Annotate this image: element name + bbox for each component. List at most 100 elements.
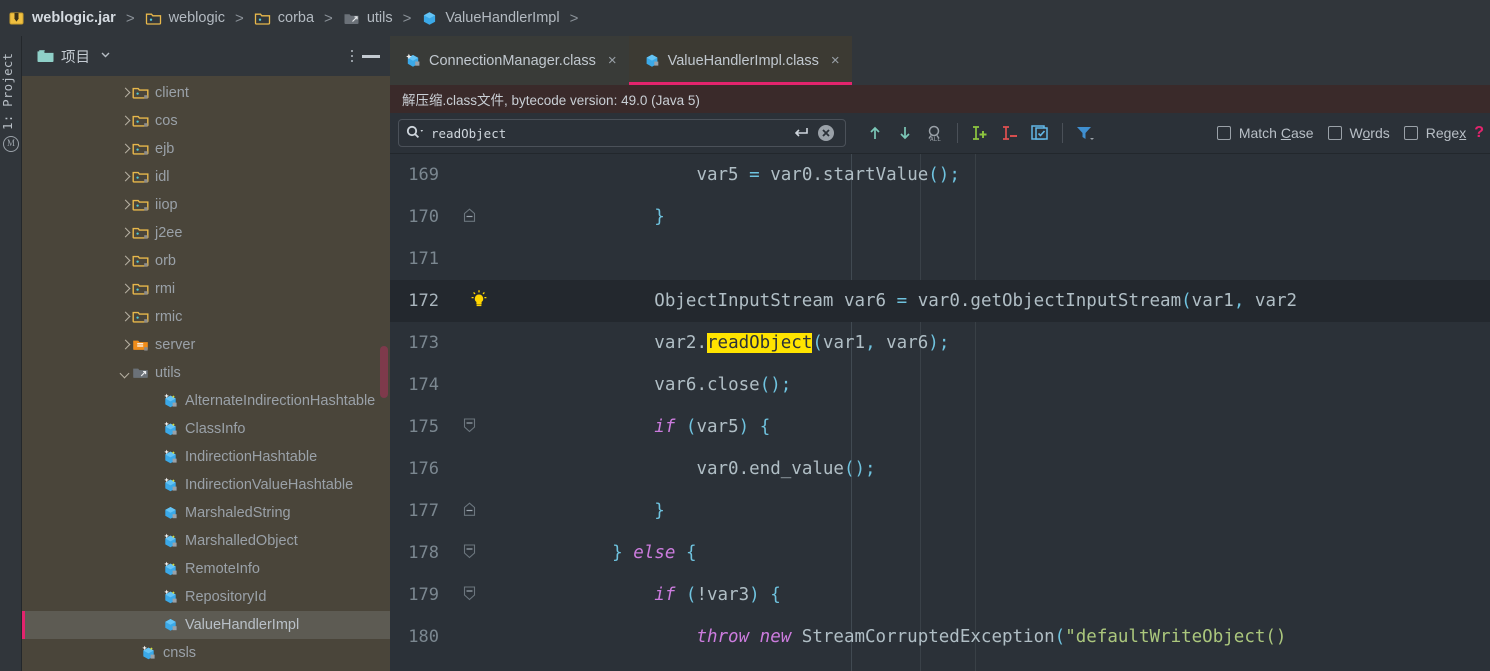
tree-right-arrow-icon[interactable] — [118, 142, 132, 156]
close-icon[interactable]: × — [608, 53, 617, 68]
editor-tab-connectionmanager[interactable]: ConnectionManager.class × — [390, 36, 629, 85]
tree-item[interactable]: iiop — [22, 191, 390, 219]
find-all-button[interactable]: ALL — [920, 119, 950, 147]
code-line[interactable]: 176 var0.end_value(); — [390, 448, 1490, 490]
code-line[interactable]: 178 } else { — [390, 532, 1490, 574]
tree-right-arrow-icon[interactable] — [118, 198, 132, 212]
class-icon — [421, 10, 438, 27]
tree-right-arrow-icon[interactable] — [118, 86, 132, 100]
code-line[interactable]: 174 var6.close(); — [390, 364, 1490, 406]
match-case-checkbox[interactable]: Match Case — [1216, 125, 1314, 141]
gutter-marker-area[interactable] — [445, 574, 510, 616]
maven-icon[interactable]: M — [3, 136, 19, 152]
tree-item[interactable]: utils — [22, 359, 390, 387]
gutter-marker-area[interactable] — [445, 280, 510, 322]
words-checkbox[interactable]: Words — [1327, 125, 1390, 141]
tree-item[interactable]: IndirectionHashtable — [22, 443, 390, 471]
tree-item[interactable]: rmi — [22, 275, 390, 303]
find-previous-button[interactable] — [860, 119, 890, 147]
code-line[interactable]: 171 — [390, 238, 1490, 280]
fold-collapse-icon[interactable] — [463, 586, 476, 606]
checkbox-box[interactable] — [1216, 126, 1231, 140]
tree-item[interactable]: cnsls — [22, 639, 390, 667]
regex-checkbox[interactable]: Regex — [1403, 125, 1466, 141]
tree-item[interactable]: RepositoryId — [22, 583, 390, 611]
select-all-occurrences-button[interactable] — [1025, 119, 1055, 147]
breadcrumb-item-jar[interactable]: weblogic.jar — [6, 0, 118, 36]
breadcrumb-item-class[interactable]: ValueHandlerImpl — [419, 0, 561, 36]
tool-window-button-project[interactable]: 1: Project — [0, 53, 22, 130]
tree-item[interactable]: j2ee — [22, 219, 390, 247]
tree-item[interactable]: rmic — [22, 303, 390, 331]
close-icon[interactable]: × — [831, 53, 840, 68]
chevron-down-icon[interactable] — [99, 48, 112, 65]
remove-selection-button[interactable] — [995, 119, 1025, 147]
tree-item[interactable]: IndirectionValueHashtable — [22, 471, 390, 499]
code-line[interactable]: 180 throw new StreamCorruptedException("… — [390, 616, 1490, 658]
checkbox-box[interactable] — [1327, 126, 1342, 140]
tree-item-selected[interactable]: ValueHandlerImpl — [22, 611, 390, 639]
tree-item-label: rmi — [155, 281, 176, 297]
fold-end-icon[interactable] — [463, 502, 476, 522]
tree-item[interactable]: ejb — [22, 135, 390, 163]
breadcrumb-item-weblogic[interactable]: weblogic — [143, 0, 227, 36]
gutter-marker-area[interactable] — [445, 238, 510, 280]
tree-right-arrow-icon[interactable] — [118, 254, 132, 268]
search-input[interactable] — [427, 125, 789, 141]
code-line[interactable]: 175 if (var5) { — [390, 406, 1490, 448]
code-editor[interactable]: 169 var5 = var0.startValue(); 170 } 171 172… — [390, 154, 1490, 671]
code-line[interactable]: 177 } — [390, 490, 1490, 532]
tree-right-arrow-icon[interactable] — [118, 338, 132, 352]
tree-down-arrow-icon[interactable] — [118, 366, 132, 380]
tree-item[interactable]: client — [22, 79, 390, 107]
tree-right-arrow-icon[interactable] — [118, 226, 132, 240]
find-next-button[interactable] — [890, 119, 920, 147]
tree-item[interactable]: orb — [22, 247, 390, 275]
tree-right-arrow-icon[interactable] — [118, 170, 132, 184]
search-icon[interactable] — [405, 124, 427, 142]
tree-item[interactable]: RemoteInfo — [22, 555, 390, 583]
tree-right-arrow-icon[interactable] — [118, 114, 132, 128]
gutter-marker-area[interactable] — [445, 364, 510, 406]
code-line[interactable]: 169 var5 = var0.startValue(); — [390, 154, 1490, 196]
add-selection-next-button[interactable] — [965, 119, 995, 147]
tree-item[interactable]: MarshaledString — [22, 499, 390, 527]
fold-collapse-icon[interactable] — [463, 418, 476, 438]
breadcrumb-item-utils[interactable]: utils — [341, 0, 395, 36]
tree-item[interactable]: ClassInfo — [22, 415, 390, 443]
code-line-current[interactable]: 172 ObjectInputStream var6 = var0.getObj… — [390, 280, 1490, 322]
editor-tab-valuehandlerimpl[interactable]: ValueHandlerImpl.class × — [628, 36, 852, 85]
more-options-icon[interactable] — [344, 47, 360, 65]
clear-circle-icon[interactable] — [813, 119, 839, 147]
search-input-wrapper[interactable] — [398, 119, 846, 147]
tree-item[interactable]: server — [22, 331, 390, 359]
tree-item[interactable]: MarshalledObject — [22, 527, 390, 555]
gutter-marker-area[interactable] — [445, 490, 510, 532]
gutter-marker-area[interactable] — [445, 532, 510, 574]
tree-right-arrow-icon[interactable] — [118, 310, 132, 324]
project-tree-scrollbar[interactable] — [380, 346, 388, 398]
checkbox-box[interactable] — [1403, 126, 1418, 140]
gutter-marker-area[interactable] — [445, 196, 510, 238]
fold-end-icon[interactable] — [463, 208, 476, 228]
gutter-marker-area[interactable] — [445, 406, 510, 448]
minimize-icon[interactable] — [360, 48, 382, 64]
enter-icon[interactable] — [789, 119, 813, 147]
fold-collapse-icon[interactable] — [463, 544, 476, 564]
tree-item[interactable]: idl — [22, 163, 390, 191]
code-line[interactable]: 170 } — [390, 196, 1490, 238]
tree-right-arrow-icon[interactable] — [118, 282, 132, 296]
code-line[interactable]: 179 if (!var3) { — [390, 574, 1490, 616]
filter-button[interactable] — [1070, 119, 1100, 147]
gutter-marker-area[interactable] — [445, 616, 510, 658]
gutter-marker-area[interactable] — [445, 448, 510, 490]
tree-item[interactable]: cos — [22, 107, 390, 135]
intention-bulb-icon[interactable] — [469, 289, 489, 316]
tree-item[interactable]: AlternateIndirectionHashtable — [22, 387, 390, 415]
breadcrumb-item-corba[interactable]: corba — [252, 0, 316, 36]
code-line[interactable]: 173 var2.readObject(var1, var6); — [390, 322, 1490, 364]
gutter-marker-area[interactable] — [445, 154, 510, 196]
gutter-marker-area[interactable] — [445, 322, 510, 364]
help-icon[interactable]: ? — [1474, 124, 1484, 142]
project-tree[interactable]: client cos ejb idl iiop j2ee orb rmi rmic server u… — [22, 76, 390, 671]
